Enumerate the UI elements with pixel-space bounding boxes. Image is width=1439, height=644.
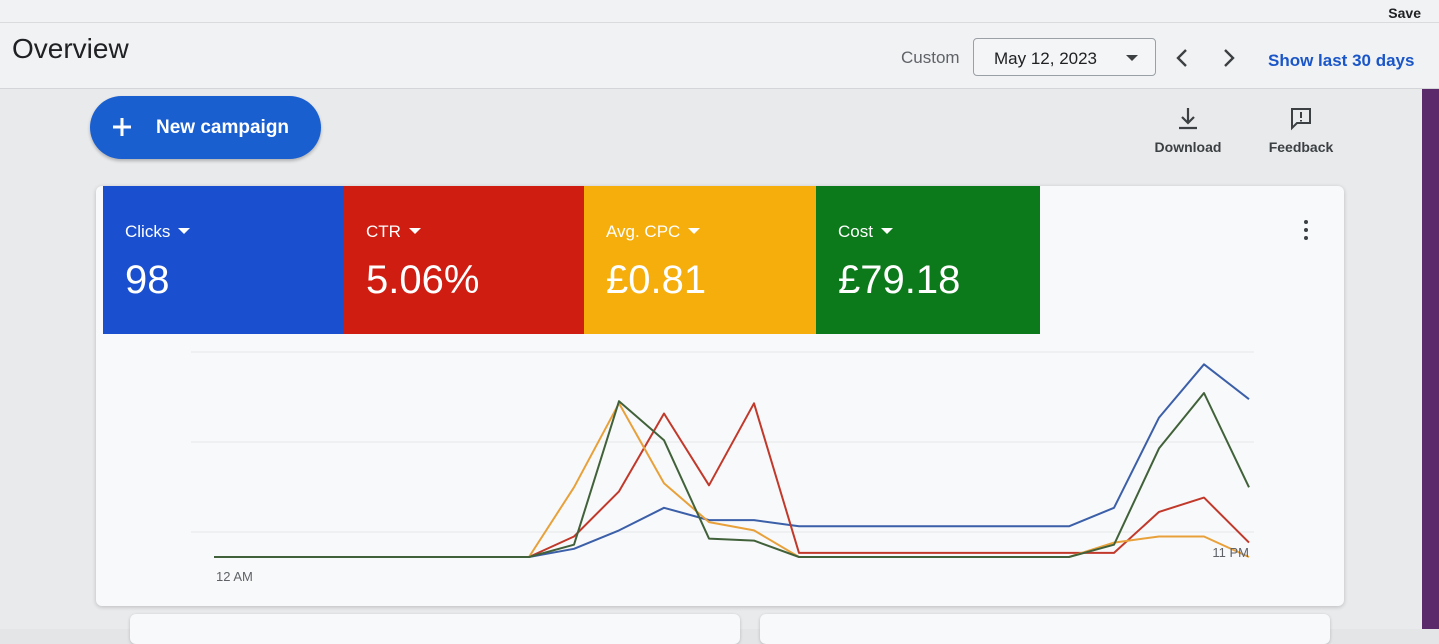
new-campaign-button[interactable]: New campaign [90, 96, 321, 159]
top-divider [0, 22, 1439, 23]
plus-icon [113, 118, 131, 136]
date-range-value: May 12, 2023 [994, 49, 1098, 68]
x-axis-start-label: 12 AM [216, 569, 253, 584]
performance-card: Clicks 98 CTR 5.06% Avg. CPC £0.81 Cost … [96, 186, 1344, 606]
x-axis-end-label: 11 PM [1212, 545, 1249, 560]
show-last-30-days-link[interactable]: Show last 30 days [1268, 51, 1414, 71]
chart-series-line-3 [214, 402, 1250, 558]
feedback-label: Feedback [1268, 139, 1334, 155]
performance-line-chart: 12 AM 11 PM [191, 351, 1254, 584]
page-title: Overview [12, 33, 129, 64]
dropdown-caret-icon [1126, 55, 1138, 61]
previous-period-icon[interactable] [1171, 46, 1193, 70]
download-label: Download [1154, 139, 1222, 155]
window-edge [1422, 89, 1439, 629]
date-range-type-label: Custom [901, 48, 960, 67]
date-range-select[interactable]: May 12, 2023 [973, 38, 1156, 76]
next-period-icon[interactable] [1218, 46, 1240, 70]
top-bar: Save Overview Custom May 12, 2023 Show l… [0, 0, 1439, 89]
chart-series-line-2 [214, 402, 1250, 558]
secondary-card [760, 614, 1330, 644]
new-campaign-label: New campaign [156, 117, 290, 138]
feedback-button[interactable]: Feedback [1256, 106, 1346, 162]
save-link[interactable]: Save [1388, 5, 1421, 21]
secondary-card [130, 614, 740, 644]
chart-series-line-1 [214, 363, 1250, 558]
download-button[interactable]: Download [1143, 106, 1233, 162]
download-icon [1179, 108, 1197, 130]
feedback-icon [1291, 108, 1311, 131]
